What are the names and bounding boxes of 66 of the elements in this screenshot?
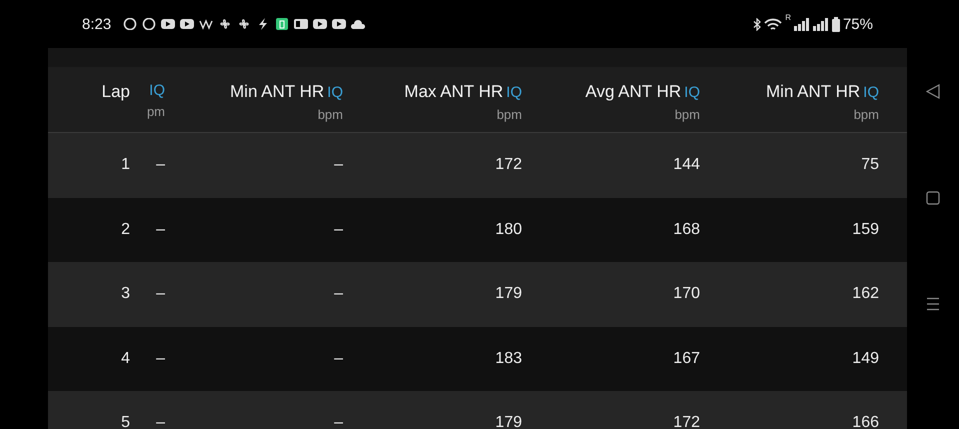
- home-icon[interactable]: [926, 191, 940, 205]
- play-icon: [313, 18, 328, 30]
- battery-percent: 75%: [842, 16, 873, 32]
- iq-label: IQ: [684, 84, 700, 101]
- card-icon: [294, 18, 308, 30]
- wifi-icon: [764, 18, 782, 30]
- table-cell: –: [156, 220, 165, 239]
- table-cell: 5: [121, 414, 130, 429]
- fan-icon: [218, 18, 232, 30]
- table-cell: 172: [673, 414, 700, 429]
- iq-label: IQ: [327, 84, 343, 101]
- table-cell: –: [334, 220, 343, 239]
- menu-icon[interactable]: [926, 297, 940, 311]
- play-icon: [180, 18, 194, 30]
- table-cell: 1: [121, 156, 130, 174]
- iq-label: IQ: [149, 82, 165, 99]
- logo-icon: [199, 18, 214, 30]
- back-icon[interactable]: [926, 84, 940, 99]
- table-cell: 170: [673, 285, 700, 304]
- cloud-icon: [351, 18, 366, 30]
- table-cell: 2: [121, 220, 130, 239]
- table-cell: 172: [495, 156, 522, 174]
- battery-icon: [832, 16, 840, 32]
- table-cell: 144: [673, 156, 700, 174]
- column-title: Max ANT HR: [404, 82, 504, 102]
- table-cell: 162: [852, 285, 879, 304]
- table-cell: 159: [852, 220, 879, 239]
- column-unit: bpm: [854, 107, 879, 122]
- table-cell: 166: [852, 414, 879, 429]
- column-title: Avg ANT HR: [585, 82, 682, 102]
- column-unit: bpm: [674, 107, 700, 122]
- table-cell: 180: [495, 220, 522, 239]
- column-title: Min ANT HR: [230, 82, 324, 102]
- column-title: Lap: [102, 82, 130, 102]
- play-icon: [332, 18, 346, 30]
- signal-icon: [794, 18, 810, 30]
- table-cell: –: [334, 350, 343, 368]
- battery-app-icon: [275, 18, 290, 30]
- status-time: 8:23: [82, 16, 112, 32]
- roaming-label: R: [785, 12, 791, 22]
- table-cell: –: [156, 414, 165, 429]
- table-cell: 168: [673, 220, 700, 239]
- column-title: Min ANT HR: [766, 82, 860, 102]
- table-cell: –: [156, 285, 165, 304]
- iq-label: IQ: [506, 84, 522, 101]
- table-cell: 179: [495, 414, 522, 429]
- column-unit: pm: [146, 104, 165, 119]
- signal-icon: [812, 18, 829, 30]
- play-icon: [161, 18, 176, 30]
- table-cell: 179: [495, 285, 522, 304]
- table-cell: 183: [495, 350, 522, 368]
- iq-label: IQ: [863, 84, 879, 101]
- table-cell: 3: [121, 285, 130, 304]
- table-cell: 149: [852, 350, 879, 368]
- table-cell: –: [156, 156, 165, 174]
- column-unit: bpm: [496, 107, 522, 122]
- table-cell: 4: [121, 350, 130, 368]
- table-cell: –: [334, 156, 343, 174]
- table-cell: –: [334, 414, 343, 429]
- table-cell: –: [156, 350, 165, 368]
- bluetooth-icon: [753, 18, 762, 30]
- table-cell: 167: [673, 350, 700, 368]
- table-cell: 75: [861, 156, 879, 174]
- table-cell: –: [334, 285, 343, 304]
- column-unit: bpm: [318, 107, 343, 122]
- fan-icon: [237, 18, 252, 30]
